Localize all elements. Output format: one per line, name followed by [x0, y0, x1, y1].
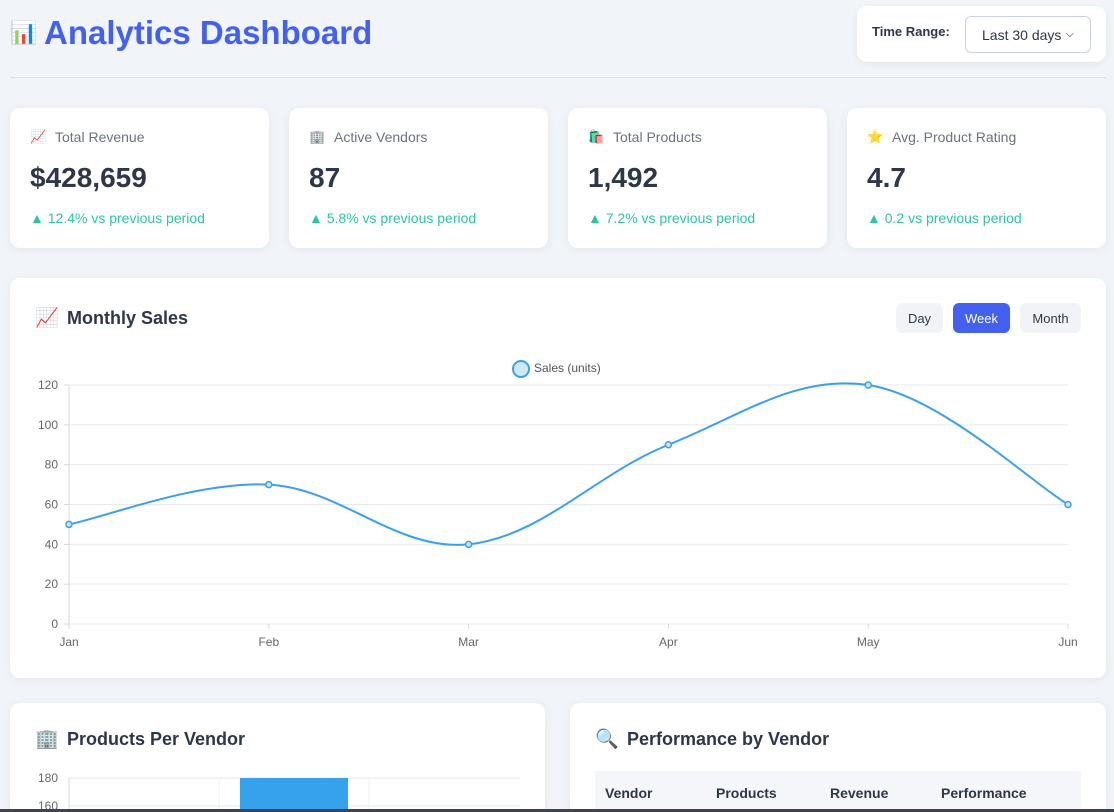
- stat-label: Total Products: [613, 129, 702, 145]
- header: 📊 Analytics Dashboard Time Range: Last 3…: [10, 0, 1106, 78]
- y-tick-label: 0: [51, 617, 58, 631]
- building-icon: 🏢: [309, 129, 326, 144]
- stat-value: 1,492: [588, 162, 659, 193]
- stat-header: 📈 Total Revenue: [30, 129, 145, 145]
- chart-grid: [64, 384, 1069, 629]
- y-tick-label: 120: [38, 378, 58, 392]
- stat-change: ▲ 12.4% vs previous period: [30, 210, 205, 226]
- bar-chart-icon: 📊: [10, 20, 38, 45]
- performance-panel: 🔍 Performance by Vendor Vendor Products …: [570, 703, 1106, 812]
- star-icon: ⭐: [867, 129, 884, 144]
- stat-value: 4.7: [867, 162, 906, 193]
- stat-label: Active Vendors: [334, 129, 428, 145]
- stat-change: ▲ 5.8% vs previous period: [309, 210, 477, 226]
- chart-up-icon: 📈: [30, 129, 47, 144]
- y-tick-label: 180: [38, 771, 58, 785]
- data-point: [664, 441, 673, 449]
- data-point: [265, 480, 273, 489]
- bars: [240, 778, 348, 812]
- y-axis-ticks: 0 20 40 60 80 100 120: [38, 378, 58, 631]
- table-header-row: Vendor Products Revenue Performance: [595, 771, 1081, 812]
- data-point: [464, 540, 473, 549]
- column-header-performance[interactable]: Performance: [941, 785, 1027, 801]
- data-point: [65, 520, 73, 529]
- stat-header: 🏢 Active Vendors: [309, 129, 427, 145]
- stat-label: Avg. Product Rating: [892, 129, 1017, 145]
- series-line-sales: [68, 382, 1069, 546]
- bar: [240, 778, 348, 812]
- x-tick-label: Mar: [458, 635, 479, 649]
- time-range-select[interactable]: Last 30 days ⌵: [965, 16, 1091, 53]
- shopping-bags-icon: 🛍️: [588, 129, 605, 144]
- chevron-down-icon: ⌵: [1065, 28, 1074, 40]
- y-tick-label: 100: [38, 418, 58, 432]
- time-range-value: Last 30 days: [982, 26, 1062, 43]
- legend-label: Sales (units): [534, 361, 601, 375]
- y-tick-label: 60: [45, 498, 59, 512]
- x-tick-label: Feb: [258, 635, 279, 649]
- stat-card-rating: ⭐ Avg. Product Rating 4.7 ▲ 0.2 vs previ…: [847, 108, 1106, 248]
- products-per-vendor-chart: 160180: [38, 771, 520, 812]
- legend-marker: [512, 360, 530, 378]
- stat-header: 🛍️ Total Products: [588, 129, 702, 145]
- data-point: [1064, 500, 1072, 509]
- x-tick-label: May: [857, 635, 880, 649]
- stat-change: ▲ 7.2% vs previous period: [588, 210, 756, 226]
- column-header-vendor[interactable]: Vendor: [605, 785, 652, 801]
- time-range-label: Time Range:: [872, 24, 950, 39]
- magnifier-icon: 🔍: [595, 729, 619, 750]
- stat-change: ▲ 0.2 vs previous period: [867, 210, 1022, 226]
- y-tick-label: 20: [45, 577, 59, 591]
- stat-label: Total Revenue: [55, 129, 145, 145]
- data-point: [864, 381, 872, 389]
- y-tick-label: 80: [45, 458, 59, 472]
- stat-value: 87: [309, 162, 341, 193]
- y-axis-ticks: 160180: [38, 771, 58, 812]
- panel-title-text: Performance by Vendor: [627, 728, 830, 749]
- monthly-sales-chart: 0 20 40 60 80 100 120 Jan Feb Mar Apr May Jun Sales…: [38, 360, 1078, 649]
- stat-card-products: 🛍️ Total Products 1,492 ▲ 7.2% vs previo…: [568, 108, 827, 248]
- x-tick-label: Jun: [1058, 635, 1077, 649]
- stat-header: ⭐ Avg. Product Rating: [867, 129, 1016, 145]
- stat-value: $428,659: [30, 162, 147, 193]
- column-header-products[interactable]: Products: [716, 785, 777, 801]
- stat-card-revenue: 📈 Total Revenue $428,659 ▲ 12.4% vs prev…: [10, 108, 269, 248]
- chart-legend: Sales (units): [512, 360, 601, 378]
- x-tick-label: Apr: [659, 635, 678, 649]
- title-area: 📊 Analytics Dashboard: [10, 14, 372, 52]
- column-header-revenue[interactable]: Revenue: [830, 785, 888, 801]
- page-title: Analytics Dashboard: [44, 14, 373, 51]
- time-range-card: Time Range: Last 30 days ⌵: [857, 6, 1106, 62]
- performance-title: 🔍 Performance by Vendor: [595, 727, 829, 751]
- products-per-vendor-panel: 🏢 Products Per Vendor 160 180: [10, 703, 545, 812]
- monthly-sales-panel: 📈 Monthly Sales Day Week Month 0 20 40 60 80…: [10, 278, 1106, 678]
- stat-card-vendors: 🏢 Active Vendors 87 ▲ 5.8% vs previous p…: [289, 108, 548, 248]
- x-axis-ticks: Jan Feb Mar Apr May Jun: [59, 635, 1077, 649]
- y-tick-label: 40: [45, 537, 59, 551]
- x-tick-label: Jan: [59, 635, 78, 649]
